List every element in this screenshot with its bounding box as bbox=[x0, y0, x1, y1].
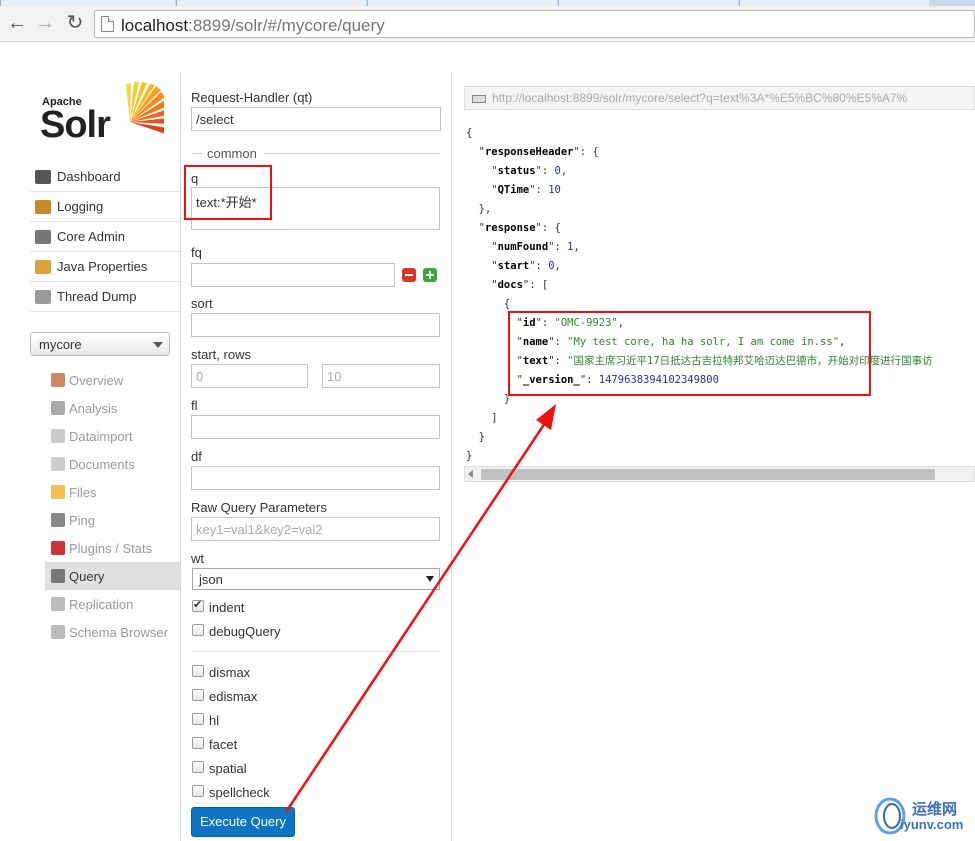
watermark: 运维网 iyunv.com bbox=[872, 794, 975, 838]
watermark-cn-text: 运维网 bbox=[912, 801, 958, 818]
annotation-arrow bbox=[284, 404, 556, 813]
watermark-en-text: iyunv.com bbox=[900, 817, 964, 832]
